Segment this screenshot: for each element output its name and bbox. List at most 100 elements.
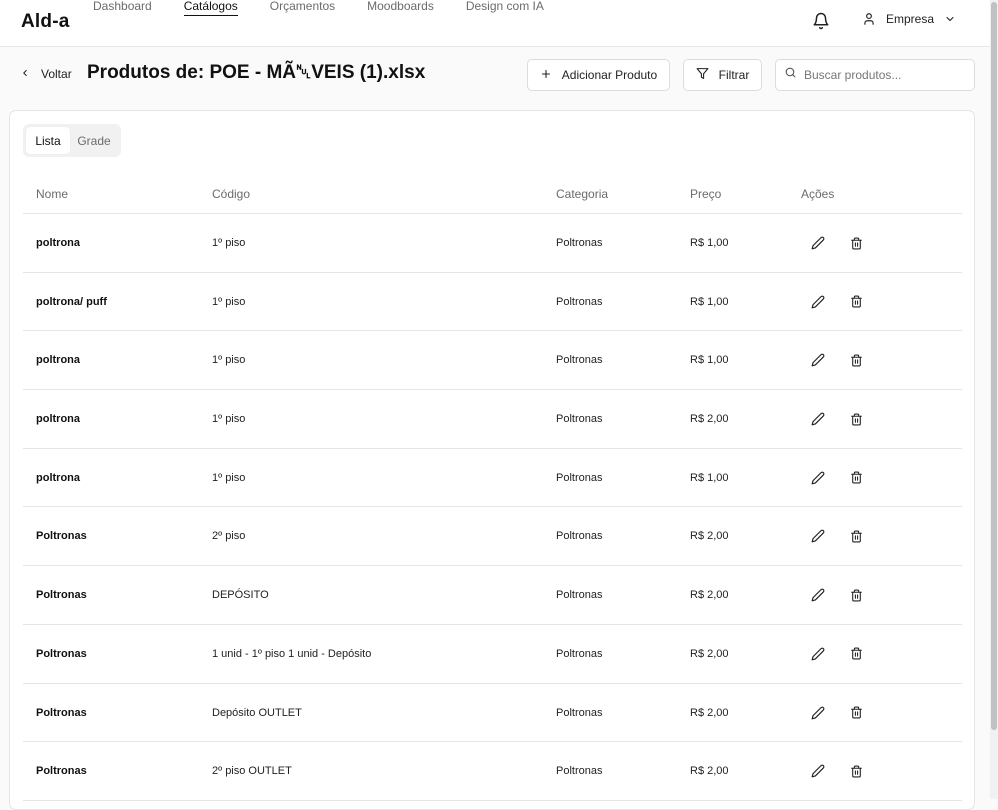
product-code: 2º piso — [212, 530, 246, 543]
column-header-preco: Preço — [690, 187, 722, 201]
nav-item-moodboards[interactable]: Moodboards — [367, 0, 434, 16]
edit-icon[interactable] — [809, 527, 827, 545]
trash-icon[interactable] — [847, 645, 865, 663]
chevron-down-icon — [944, 13, 956, 25]
edit-icon[interactable] — [809, 645, 827, 663]
trash-icon[interactable] — [847, 410, 865, 428]
product-category: Poltronas — [556, 413, 603, 426]
user-icon — [862, 12, 876, 26]
app-logo[interactable]: Ald-a — [21, 11, 70, 33]
nav-item-dashboard[interactable]: Dashboard — [93, 0, 152, 16]
row-actions — [809, 293, 865, 311]
add-product-button[interactable]: Adicionar Produto — [527, 59, 670, 91]
column-header-nome: Nome — [36, 187, 69, 201]
table-row: Poltronas DEPÓSITO Poltronas R$ 2,00 — [23, 566, 962, 625]
product-code: DEPÓSITO — [212, 589, 269, 602]
products-card: Lista Grade Nome Código Categoria Preço … — [9, 110, 975, 810]
trash-icon[interactable] — [847, 469, 865, 487]
product-price: R$ 1,00 — [690, 237, 729, 249]
product-name: Poltronas — [36, 765, 87, 778]
top-navigation-bar: Ald-a Dashboard Catálogos Orçamentos Moo… — [0, 0, 990, 47]
trash-icon[interactable] — [847, 586, 865, 604]
user-menu[interactable]: Empresa — [862, 12, 956, 26]
table-row: Poltronas 1 unid - 1º piso 1 unid - Depós… — [23, 625, 962, 684]
edit-icon[interactable] — [809, 234, 827, 252]
edit-icon[interactable] — [809, 351, 827, 369]
product-category: Poltronas — [556, 765, 603, 778]
product-category: Poltronas — [556, 530, 603, 543]
row-actions — [809, 351, 865, 369]
nav-item-orcamentos[interactable]: Orçamentos — [270, 0, 335, 16]
products-table: Nome Código Categoria Preço Ações poltro… — [23, 173, 962, 801]
row-actions — [809, 762, 865, 780]
product-category: Poltronas — [556, 295, 603, 308]
edit-icon[interactable] — [809, 293, 827, 311]
filter-icon — [696, 67, 709, 83]
product-price: R$ 2,00 — [690, 589, 729, 602]
edit-icon[interactable] — [809, 586, 827, 604]
page-header: Voltar Produtos de: POE - MÃ␀VEIS (1).xl… — [0, 47, 990, 107]
table-row: poltrona 1º piso Poltronas R$ 2,00 — [23, 390, 962, 449]
bell-icon[interactable] — [812, 12, 830, 30]
view-grid-button[interactable]: Grade — [70, 127, 118, 154]
trash-icon[interactable] — [847, 293, 865, 311]
search-box[interactable] — [775, 59, 975, 91]
row-actions — [809, 234, 865, 252]
edit-icon[interactable] — [809, 762, 827, 780]
trash-icon[interactable] — [847, 351, 865, 369]
main-nav: Dashboard Catálogos Orçamentos Moodboard… — [93, 0, 576, 16]
trash-icon[interactable] — [847, 527, 865, 545]
product-price: R$ 2,00 — [690, 647, 729, 660]
search-icon — [784, 66, 797, 84]
column-header-codigo: Código — [212, 187, 251, 201]
product-category: Poltronas — [556, 706, 603, 719]
product-name: poltrona — [36, 354, 80, 367]
back-button[interactable]: Voltar — [20, 67, 72, 81]
product-name: poltrona — [36, 471, 80, 484]
edit-icon[interactable] — [809, 704, 827, 722]
table-row: poltrona 1º piso Poltronas R$ 1,00 — [23, 449, 962, 508]
add-product-label: Adicionar Produto — [561, 68, 658, 82]
filter-label: Filtrar — [718, 68, 750, 82]
product-category: Poltronas — [556, 589, 603, 602]
product-category: Poltronas — [556, 354, 603, 367]
trash-icon[interactable] — [847, 234, 865, 252]
table-row: poltrona/ puff 1º piso Poltronas R$ 1,00 — [23, 273, 962, 332]
product-code: 1 unid - 1º piso 1 unid - Depósito — [212, 647, 372, 660]
edit-icon[interactable] — [809, 410, 827, 428]
row-actions — [809, 469, 865, 487]
search-input[interactable] — [804, 68, 964, 82]
product-price: R$ 2,00 — [690, 413, 729, 426]
table-row: Poltronas Depósito OUTLET Poltronas R$ 2,00 — [23, 684, 962, 743]
product-name: Poltronas — [36, 589, 87, 602]
filter-button[interactable]: Filtrar — [683, 59, 762, 91]
product-name: Poltronas — [36, 530, 87, 543]
nav-item-catalogos[interactable]: Catálogos — [183, 0, 238, 16]
nav-item-design-com-ia[interactable]: Design com IA — [466, 0, 544, 16]
product-name: poltrona — [36, 413, 80, 426]
product-name: poltrona/ puff — [36, 295, 107, 308]
edit-icon[interactable] — [809, 469, 827, 487]
page-title: Produtos de: POE - MÃ␀VEIS (1).xlsx — [87, 62, 426, 83]
table-row: poltrona 1º piso Poltronas R$ 1,00 — [23, 331, 962, 391]
view-toggle: Lista Grade — [23, 124, 121, 157]
scrollbar-thumb[interactable] — [991, 2, 997, 730]
column-header-categoria: Categoria — [556, 187, 609, 201]
product-code: 1º piso — [212, 354, 246, 367]
back-label: Voltar — [41, 67, 72, 81]
table-header: Nome Código Categoria Preço Ações — [23, 173, 962, 214]
trash-icon[interactable] — [847, 704, 865, 722]
plus-icon — [540, 68, 552, 83]
product-code: 1º piso — [212, 237, 246, 249]
product-code: 1º piso — [212, 295, 246, 308]
product-category: Poltronas — [556, 647, 603, 660]
table-row: Poltronas 2º piso Poltronas R$ 2,00 — [23, 507, 962, 567]
page-scrollbar[interactable] — [990, 0, 998, 799]
product-code: 1º piso — [212, 413, 246, 426]
product-price: R$ 1,00 — [690, 354, 729, 367]
row-actions — [809, 645, 865, 663]
view-list-button[interactable]: Lista — [26, 127, 70, 154]
trash-icon[interactable] — [847, 762, 865, 780]
chevron-left-icon — [20, 67, 30, 81]
product-name: poltrona — [36, 237, 80, 249]
